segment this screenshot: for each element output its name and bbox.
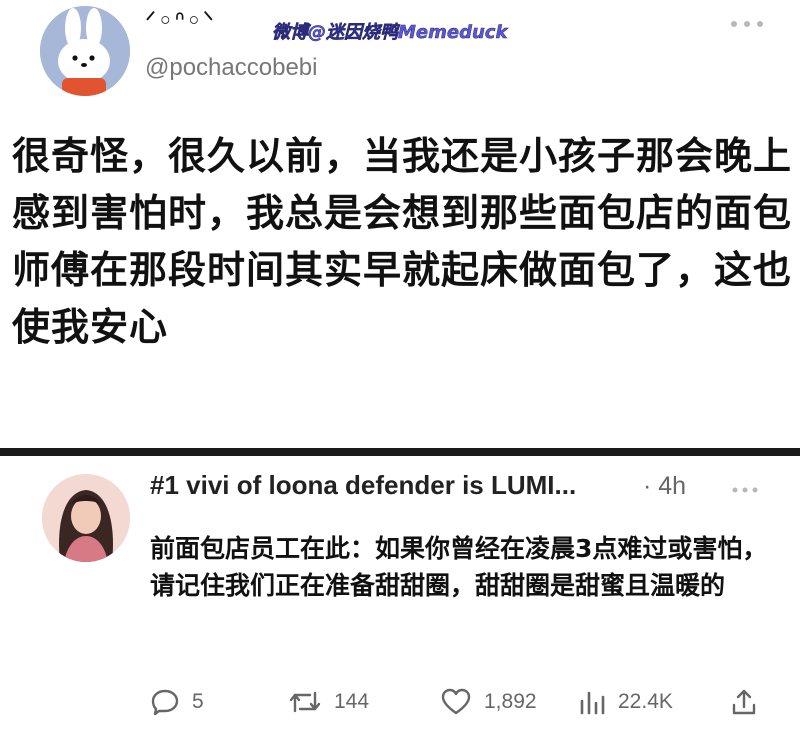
reply-text: 前面包店员工在此：如果你曾经在凌晨3点难过或害怕，请记住我们正在准备甜甜圈，甜甜… bbox=[150, 534, 768, 600]
share-icon bbox=[732, 689, 756, 715]
reply-button[interactable]: 5 bbox=[150, 682, 204, 722]
user-handle[interactable]: @pochaccobebi bbox=[145, 54, 317, 82]
reply-author-name[interactable]: #1 vivi of loona defender is LUMI... bbox=[150, 470, 576, 501]
retweet-count: 144 bbox=[334, 690, 370, 713]
original-post: ᐟ◦ᐢ◦ᐠ 微博@迷因烧鸭Memeduck @pochaccobebi 很奇怪，… bbox=[0, 0, 800, 448]
heart-icon bbox=[441, 688, 471, 715]
views-button[interactable]: 22.4K bbox=[578, 682, 673, 722]
person-avatar-icon bbox=[42, 474, 130, 562]
more-horizontal-icon[interactable] bbox=[732, 478, 758, 499]
view-count: 22.4K bbox=[618, 690, 673, 713]
avatar[interactable] bbox=[42, 474, 130, 562]
reply-post: #1 vivi of loona defender is LUMI... · 4… bbox=[0, 456, 800, 736]
like-button[interactable]: 1,892 bbox=[440, 682, 537, 722]
watermark: 微博@迷因烧鸭Memeduck bbox=[272, 22, 508, 44]
display-name[interactable]: ᐟ◦ᐢ◦ᐠ bbox=[145, 6, 215, 37]
reply-timestamp[interactable]: · 4h bbox=[643, 472, 686, 501]
action-bar: 5 144 1,892 22.4K bbox=[0, 682, 800, 722]
comment-icon bbox=[151, 689, 179, 716]
avatar[interactable] bbox=[40, 6, 130, 96]
divider bbox=[0, 448, 800, 456]
like-count: 1,892 bbox=[484, 690, 537, 713]
more-horizontal-icon[interactable] bbox=[730, 10, 764, 35]
post-text: 很奇怪，很久以前，当我还是小孩子那会晚上感到害怕时，我总是会想到那些面包店的面包… bbox=[12, 134, 793, 349]
retweet-button[interactable]: 144 bbox=[288, 682, 369, 722]
bunny-avatar-icon bbox=[40, 6, 130, 96]
analytics-bar-icon bbox=[580, 691, 605, 715]
share-button[interactable] bbox=[730, 682, 758, 722]
reply-count: 5 bbox=[192, 690, 204, 713]
retweet-icon bbox=[289, 691, 321, 713]
